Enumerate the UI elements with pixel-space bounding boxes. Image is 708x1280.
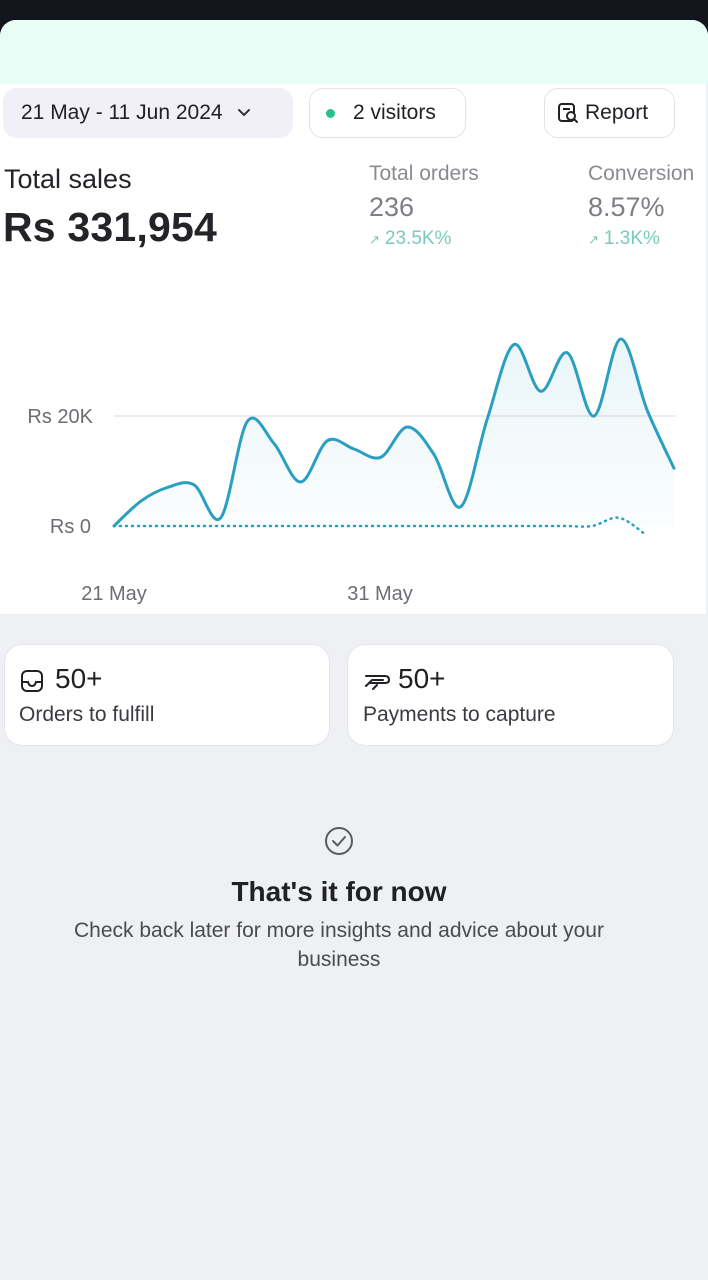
live-dot-icon xyxy=(326,108,335,118)
visitors-label: 2 visitors xyxy=(353,101,436,124)
report-button[interactable]: Report xyxy=(544,88,675,138)
y-tick-label: Rs 0 xyxy=(50,516,91,538)
total-orders-delta: ↗ 23.5K% xyxy=(369,228,451,250)
inbox-icon xyxy=(21,670,43,692)
sales-area-fill xyxy=(114,338,674,526)
chevron-down-icon xyxy=(237,105,251,122)
report-icon xyxy=(558,103,578,123)
trend-up-icon: ↗ xyxy=(588,232,599,247)
y-tick-label: Rs 20K xyxy=(27,406,93,428)
total-sales-label: Total sales xyxy=(4,164,132,194)
conversion-value: 8.57% xyxy=(588,192,665,222)
conversion-delta-value: 1.3K% xyxy=(603,228,660,249)
payments-count: 50+ xyxy=(398,663,446,694)
total-orders-delta-value: 23.5K% xyxy=(384,228,452,249)
empty-state-title: That's it for now xyxy=(231,876,447,907)
x-tick-label: 21 May xyxy=(81,583,147,605)
total-orders-label: Total orders xyxy=(369,162,479,185)
date-range-label: 21 May - 11 Jun 2024 xyxy=(21,101,223,124)
check-circle-icon xyxy=(325,827,353,855)
visitors-badge[interactable]: 2 visitors xyxy=(309,88,466,138)
sales-chart: Rs 20K Rs 0 21 May 31 May xyxy=(27,337,676,605)
analytics-panel: 21 May - 11 Jun 2024 2 visitors Report T… xyxy=(0,84,706,614)
conversion-delta: ↗ 1.3K% xyxy=(588,228,660,250)
orders-to-fulfill-card[interactable]: 50+ Orders to fulfill xyxy=(4,644,330,746)
top-banner xyxy=(0,20,708,84)
report-label: Report xyxy=(585,101,649,124)
date-range-selector[interactable]: 21 May - 11 Jun 2024 xyxy=(3,88,293,138)
orders-label: Orders to fulfill xyxy=(19,703,155,726)
payments-label: Payments to capture xyxy=(363,703,556,726)
total-orders-value: 236 xyxy=(369,192,415,222)
screen: 21 May - 11 Jun 2024 2 visitors Report T… xyxy=(0,20,708,1280)
orders-count: 50+ xyxy=(55,663,103,694)
payments-to-capture-card[interactable]: 50+ Payments to capture xyxy=(347,644,674,746)
payment-icon xyxy=(365,675,391,690)
trend-up-icon: ↗ xyxy=(369,232,380,247)
conversion-label: Conversion xyxy=(588,162,695,185)
total-sales-value: Rs 331,954 xyxy=(3,204,218,250)
empty-state-text: Check back later for more insights and a… xyxy=(74,919,604,971)
x-tick-label: 31 May xyxy=(347,583,413,605)
